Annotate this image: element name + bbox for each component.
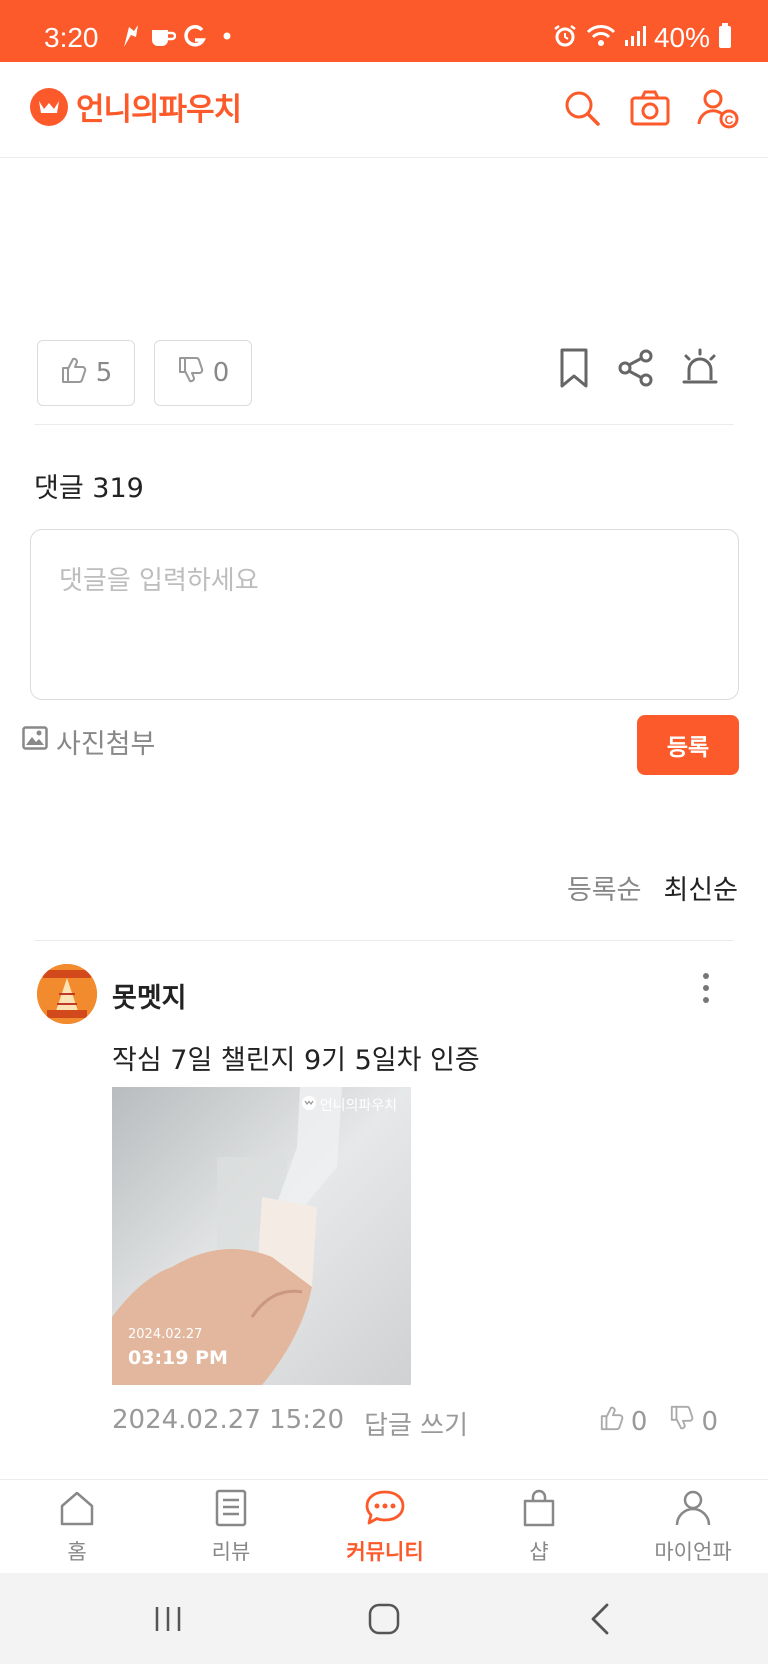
g-app-icon: [182, 22, 208, 50]
watermark-text: 언니의파우치: [319, 1098, 397, 1114]
report-siren-icon[interactable]: [676, 344, 724, 392]
nav-home[interactable]: 홈: [17, 1480, 137, 1574]
dot-icon: [214, 22, 240, 50]
coffee-icon: [150, 22, 176, 50]
thumbs-down-icon: [669, 1405, 695, 1438]
wifi-icon: [586, 24, 616, 52]
comment-like-button[interactable]: 0: [599, 1405, 648, 1438]
comment-input[interactable]: 댓글을 입력하세요: [30, 529, 739, 700]
nav-label: 홈: [67, 1540, 87, 1564]
divider: [34, 424, 734, 425]
nav-label: 리뷰: [211, 1540, 251, 1564]
comment-dislike-button[interactable]: 0: [669, 1405, 718, 1438]
home-button-icon[interactable]: [360, 1597, 408, 1641]
system-nav-bar: [0, 1573, 768, 1664]
nav-label: 마이언파: [654, 1540, 732, 1564]
comment-meta: 2024.02.27 15:20 답글 쓰기: [112, 1405, 468, 1442]
comment-vote-row: 0 0: [599, 1405, 718, 1438]
back-icon[interactable]: [576, 1597, 624, 1641]
status-bar: 3:20 40%: [0, 0, 768, 62]
avatar[interactable]: [37, 964, 97, 1024]
comment-count: 댓글 319: [34, 473, 144, 504]
comment-timestamp: 2024.02.27 15:20: [112, 1405, 345, 1435]
signal-icon: [624, 25, 646, 51]
logo-text: 언니의파우치: [76, 92, 242, 128]
battery-percent: 40%: [653, 22, 710, 53]
nav-label: 샵: [529, 1540, 549, 1564]
photo-time: 03:19 PM: [128, 1347, 228, 1369]
sort-registered[interactable]: 등록순: [567, 868, 642, 907]
battery-icon: [718, 23, 732, 53]
logo-mark-icon: [30, 87, 68, 126]
thumbs-up-icon: [60, 356, 88, 391]
dislike-count: 0: [212, 358, 230, 388]
thumbs-up-icon: [599, 1405, 625, 1438]
bookmark-icon[interactable]: [550, 344, 598, 392]
watermark-logo-icon: [301, 1096, 316, 1114]
alarm-icon: [552, 23, 578, 53]
status-time: 3:20: [44, 22, 99, 53]
comment-text: 작심 7일 챌린지 9기 5일차 인증: [112, 1045, 480, 1076]
sort-latest[interactable]: 최신순: [663, 868, 738, 907]
thumbs-down-icon: [177, 356, 205, 391]
home-icon: [57, 1488, 97, 1532]
image-icon: [22, 726, 48, 757]
community-chat-icon: [364, 1488, 406, 1532]
my-profile-icon: [673, 1488, 713, 1532]
photo-date: 2024.02.27: [128, 1327, 203, 1342]
search-icon[interactable]: [558, 84, 606, 132]
reply-button[interactable]: 답글 쓰기: [364, 1405, 468, 1442]
share-icon[interactable]: [612, 344, 660, 392]
shop-bag-icon: [519, 1488, 559, 1532]
comment-like-count: 0: [630, 1406, 648, 1437]
svg-text:C: C: [725, 113, 734, 127]
bottom-nav: 홈 리뷰 커뮤니티 샵 마이언파: [0, 1479, 768, 1573]
app-logo[interactable]: 언니의파우치: [30, 84, 242, 129]
camera-icon[interactable]: [626, 84, 674, 132]
submit-button[interactable]: 등록: [637, 715, 739, 775]
comment-username[interactable]: 못멧지: [112, 976, 187, 1015]
photo-attach-button[interactable]: 사진첨부: [22, 722, 155, 761]
photo-attach-label: 사진첨부: [56, 729, 156, 760]
nav-community[interactable]: 커뮤니티: [325, 1480, 445, 1574]
like-button[interactable]: 5: [37, 340, 135, 406]
sort-options: 등록순 최신순: [567, 868, 738, 907]
comment-input-placeholder: 댓글을 입력하세요: [59, 566, 259, 596]
notification-icons: [118, 22, 240, 50]
comment-dislike-count: 0: [701, 1406, 718, 1437]
nav-review[interactable]: 리뷰: [171, 1480, 291, 1574]
nav-my[interactable]: 마이언파: [633, 1480, 753, 1574]
nav-label: 커뮤니티: [346, 1540, 424, 1564]
nav-shop[interactable]: 샵: [479, 1480, 599, 1574]
app-header: 언니의파우치 C: [0, 62, 768, 158]
photo-watermark: 언니의파우치: [301, 1095, 397, 1115]
dislike-button[interactable]: 0: [154, 340, 252, 406]
more-options-icon[interactable]: [694, 968, 718, 1008]
system-status: 40%: [552, 22, 732, 54]
notification-app-icon: [118, 22, 144, 50]
like-count: 5: [95, 358, 113, 388]
review-document-icon: [211, 1488, 251, 1532]
recent-apps-icon[interactable]: [144, 1597, 192, 1641]
divider: [34, 940, 734, 941]
profile-coin-icon[interactable]: C: [694, 84, 742, 132]
comment-photo[interactable]: 언니의파우치 2024.02.27 03:19 PM: [112, 1087, 411, 1385]
